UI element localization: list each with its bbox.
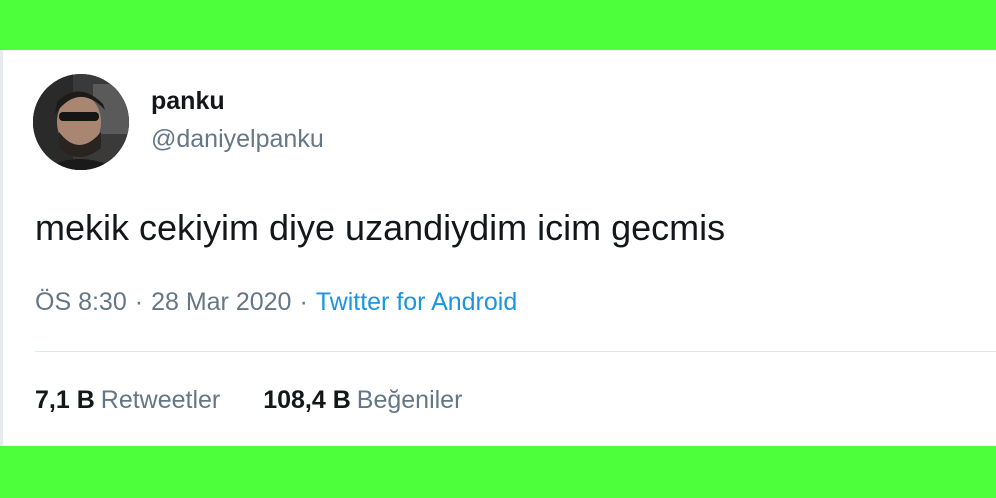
- divider: [35, 351, 996, 352]
- author-handle[interactable]: @daniyelpanku: [151, 124, 324, 154]
- retweets-count: 7,1 B: [35, 386, 95, 414]
- likes-label: Beğeniler: [356, 386, 463, 414]
- tweet-text: mekik cekiyim diye uzandiydim icim gecmi…: [35, 207, 726, 248]
- avatar-photo-icon: [33, 74, 129, 170]
- meta-separator: ·: [299, 288, 308, 316]
- tweet-source-link[interactable]: Twitter for Android: [316, 288, 517, 316]
- tweet-meta: ÖS 8:30 · 28 Mar 2020 · Twitter for Android: [35, 286, 517, 318]
- likes-count: 108,4 B: [263, 386, 351, 414]
- tweet-date[interactable]: 28 Mar 2020: [151, 288, 291, 316]
- meta-separator: ·: [134, 288, 144, 316]
- retweets-label: Retweetler: [100, 386, 221, 414]
- tweet-stats: 7,1 B Retweetler 108,4 B Beğeniler: [35, 384, 498, 416]
- tweet-card: panku @daniyelpanku mekik cekiyim diye u…: [0, 50, 996, 446]
- retweets-stat[interactable]: 7,1 B Retweetler: [35, 384, 220, 416]
- author-display-name[interactable]: panku: [151, 86, 225, 116]
- tweet-time[interactable]: ÖS 8:30: [35, 288, 127, 316]
- likes-stat[interactable]: 108,4 B Beğeniler: [263, 384, 462, 416]
- avatar[interactable]: [33, 74, 129, 170]
